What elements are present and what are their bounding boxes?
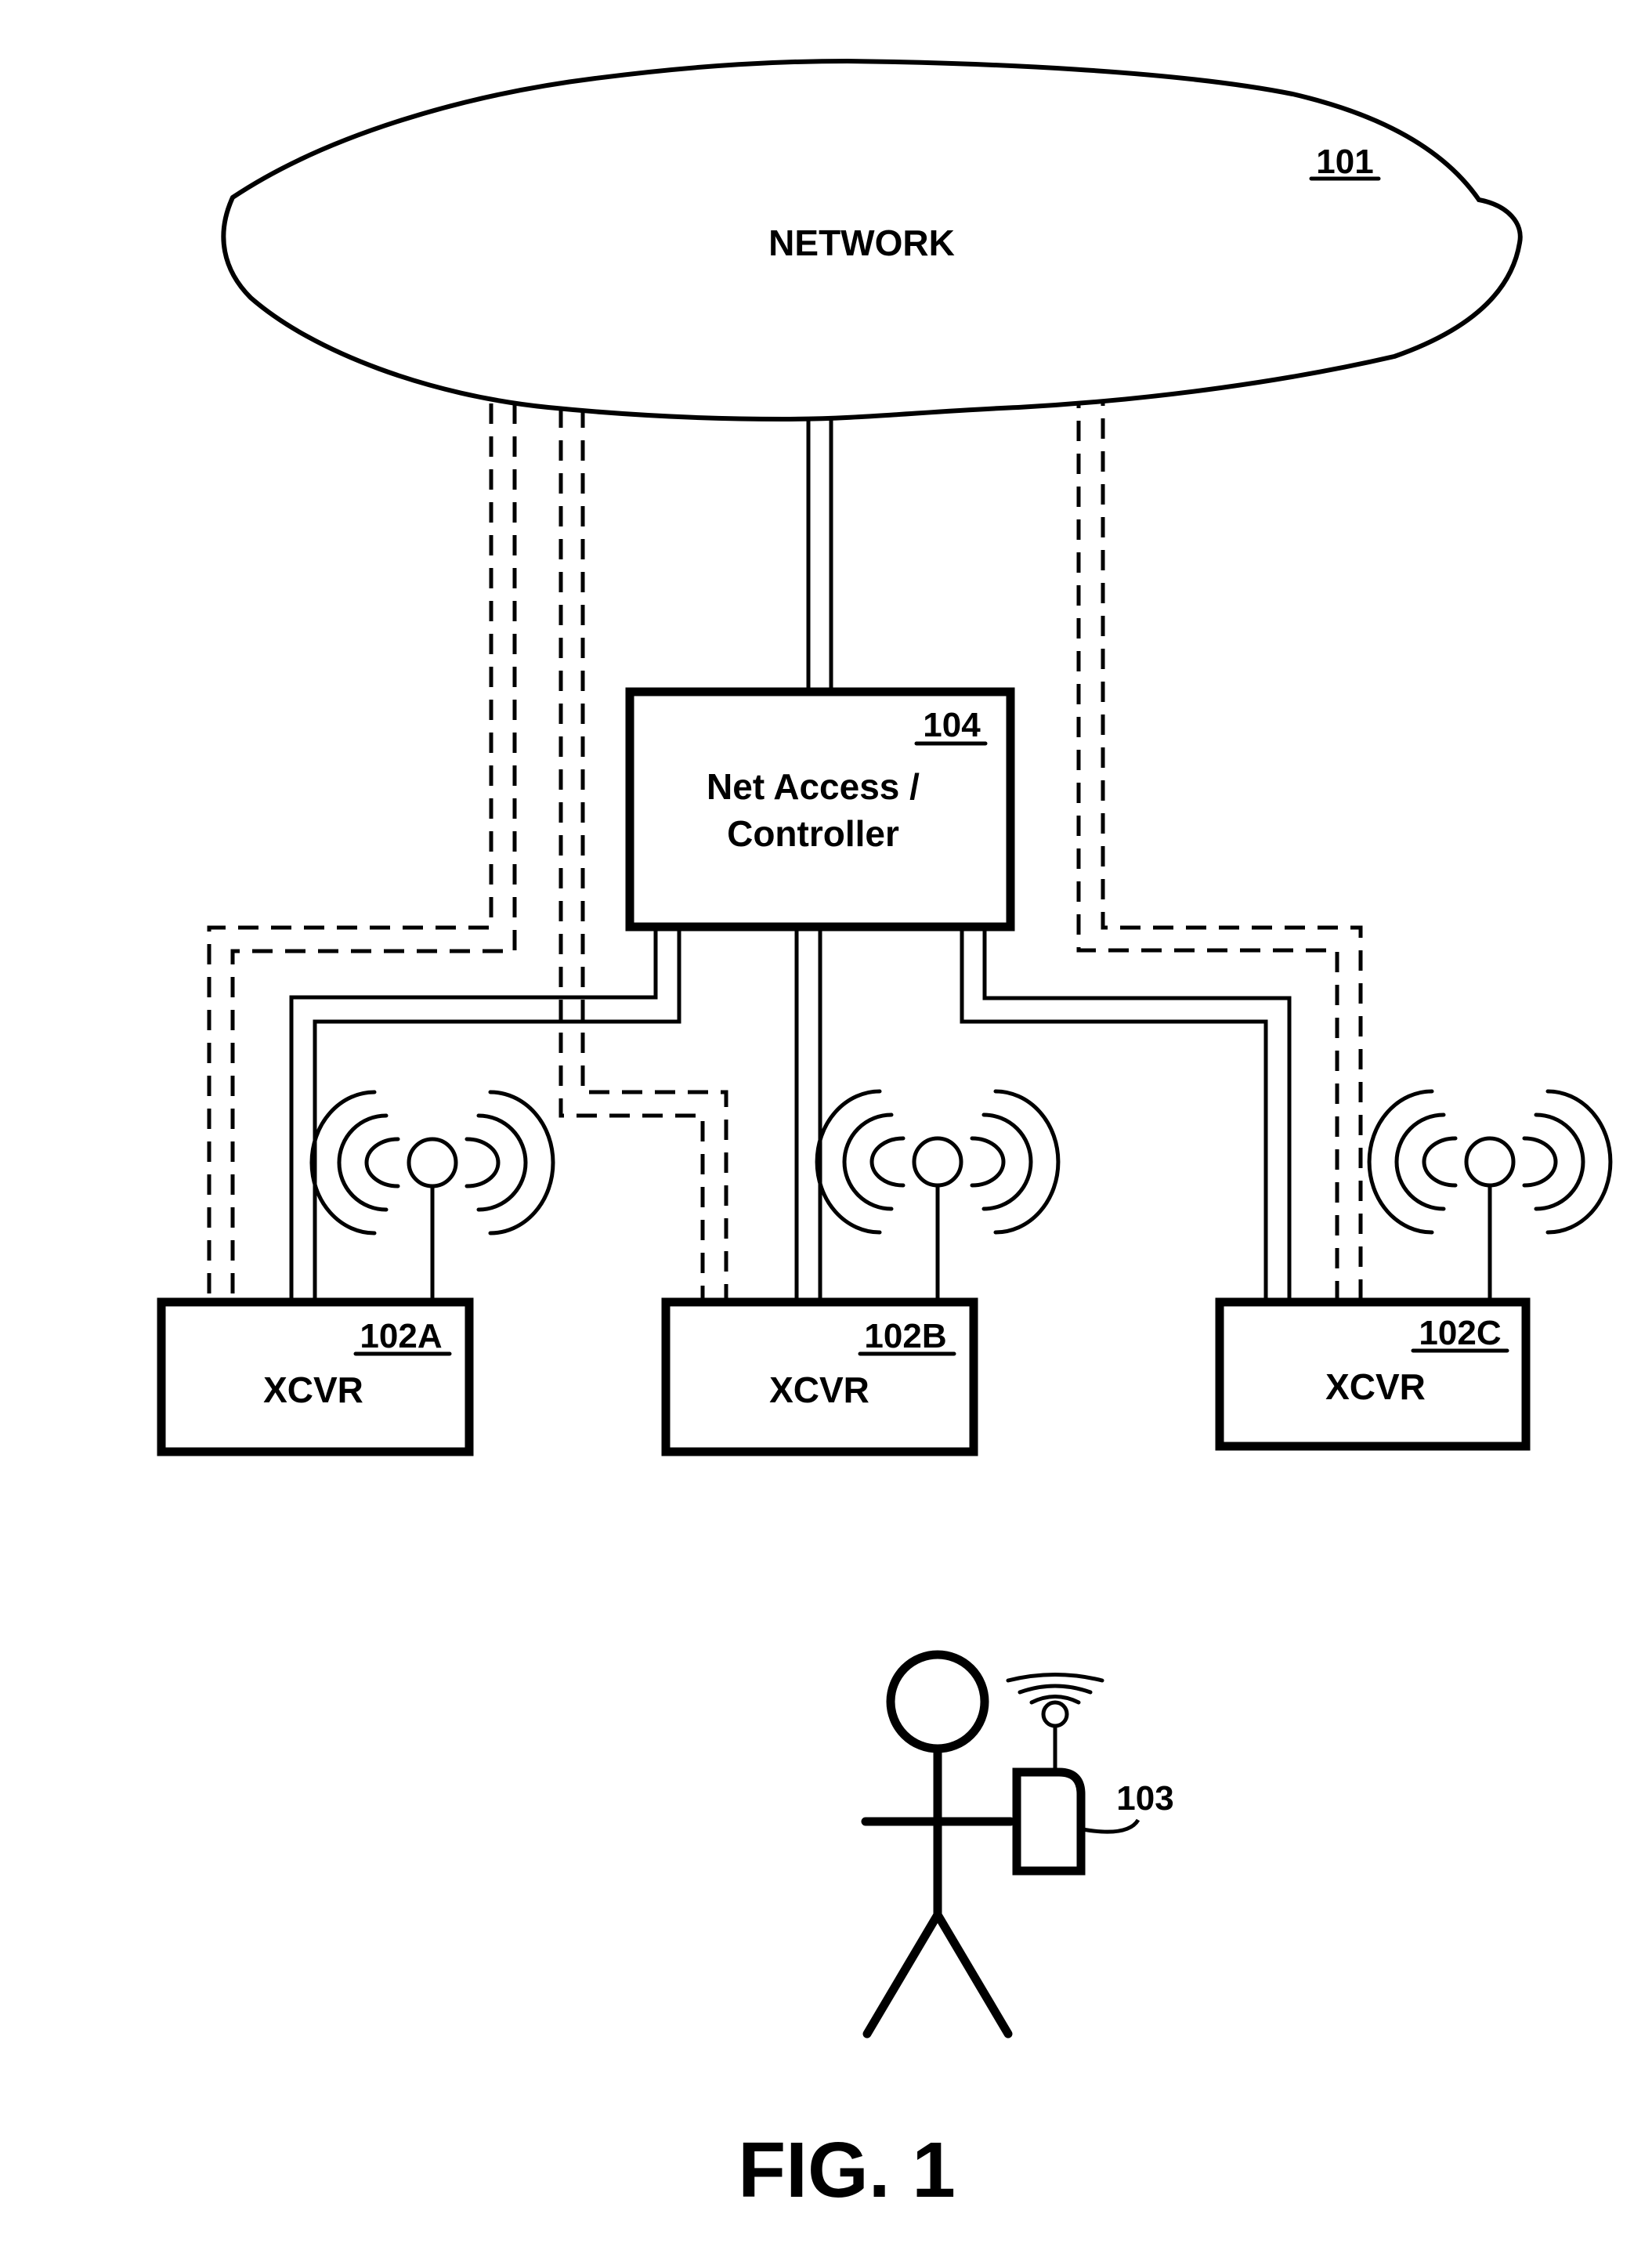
transceiver-box-102B: 102B XCVR bbox=[661, 1297, 978, 1456]
network-label: NETWORK bbox=[768, 222, 955, 263]
network-diagram: NETWORK 101 104 Net Access / Controller bbox=[157, 58, 1613, 2214]
controller-label-line2: Controller bbox=[727, 813, 899, 854]
controller-box: 104 Net Access / Controller bbox=[625, 687, 1015, 932]
user-stick-figure-icon bbox=[861, 1650, 1015, 2039]
controller-label-line1: Net Access / bbox=[707, 766, 920, 807]
device-ref-label: 103 bbox=[1116, 1779, 1173, 1818]
solid-link-network-controller bbox=[806, 407, 833, 692]
antenna-icon-102B bbox=[815, 1089, 1061, 1302]
solid-link-controller-102C bbox=[960, 928, 1292, 1302]
dashed-link-network-102C bbox=[1076, 385, 1363, 1302]
transceiver-box-102C: 102C XCVR bbox=[1215, 1297, 1531, 1451]
solid-link-controller-102B bbox=[794, 928, 822, 1302]
controller-ref-label: 104 bbox=[923, 706, 981, 744]
figure-caption: FIG. 1 bbox=[738, 2126, 956, 2214]
antenna-icon-102C bbox=[1367, 1089, 1613, 1302]
transceiver-label: XCVR bbox=[1325, 1366, 1426, 1407]
transceiver-ref-label: 102B bbox=[864, 1317, 946, 1355]
mobile-device-icon: 103 bbox=[1006, 1673, 1174, 1876]
transceiver-ref-label: 102A bbox=[360, 1317, 442, 1355]
network-ref-label: 101 bbox=[1316, 143, 1373, 181]
transceiver-label: XCVR bbox=[769, 1369, 869, 1410]
dashed-link-network-102A bbox=[207, 403, 517, 1302]
transceiver-box-102A: 102A XCVR bbox=[157, 1297, 474, 1456]
network-cloud: NETWORK 101 bbox=[221, 58, 1523, 422]
transceiver-ref-label: 102C bbox=[1419, 1314, 1501, 1352]
antenna-icon-102A bbox=[309, 1090, 555, 1302]
transceiver-label: XCVR bbox=[263, 1369, 363, 1410]
